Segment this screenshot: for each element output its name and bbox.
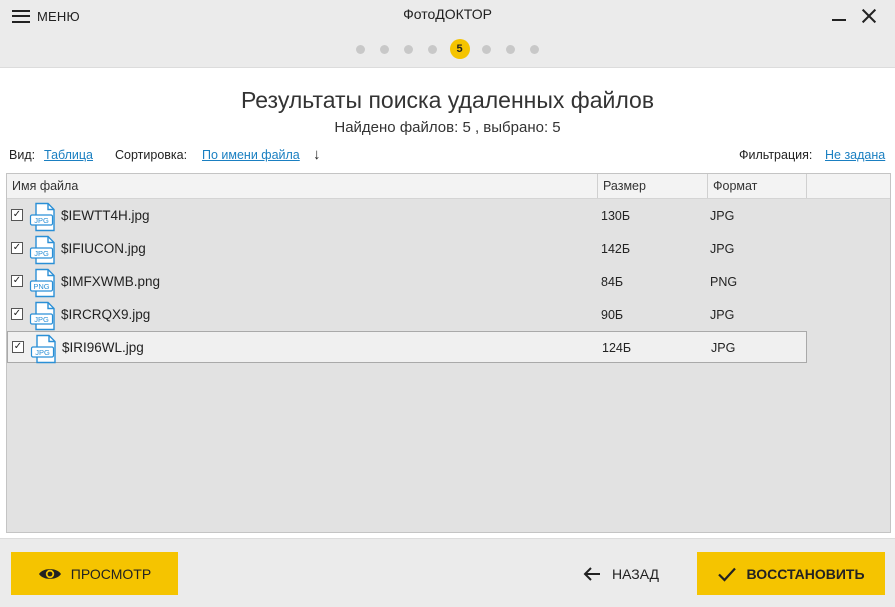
file-name: $IFIUCON.jpg (61, 241, 146, 256)
view-label: Вид: (9, 148, 36, 162)
step-dot (404, 44, 413, 54)
found-files-summary: Найдено файлов: 5 , выбрано: 5 (334, 119, 561, 136)
preview-button[interactable]: ПРОСМОТР (11, 552, 178, 595)
close-button[interactable] (859, 6, 879, 26)
file-name: $IEWTT4H.jpg (61, 208, 150, 223)
file-size: 90Б (601, 308, 624, 322)
row-checkbox[interactable]: ✓ (11, 209, 23, 221)
arrow-left-icon (583, 566, 600, 581)
table-row[interactable]: ✓ JPG $IRI96WL.jpg 124Б JPG (7, 331, 807, 364)
back-button-label: НАЗАД (612, 565, 660, 582)
table-row[interactable]: ✓ JPG $IFIUCON.jpg 142Б JPG (7, 233, 807, 265)
file-format: JPG (710, 308, 735, 322)
step-dot (428, 44, 437, 54)
view-mode-link[interactable]: Таблица (44, 148, 93, 162)
file-type-label: JPG (35, 348, 50, 357)
step-dot (530, 44, 539, 54)
row-checkbox[interactable]: ✓ (11, 242, 23, 254)
app-title: ФотоДОКТОР (403, 6, 492, 22)
file-size: 124Б (602, 341, 632, 355)
column-header-name[interactable]: Имя файла (7, 174, 598, 198)
table-row[interactable]: ✓ PNG $IMFXWMB.png 84Б PNG (7, 266, 807, 298)
file-size: 142Б (601, 242, 631, 256)
file-name: $IRCRQX9.jpg (61, 307, 151, 322)
table-row[interactable]: ✓ JPG $IEWTT4H.jpg 130Б JPG (7, 200, 807, 232)
file-type-label: JPG (34, 249, 49, 258)
step-dot (506, 44, 515, 54)
column-header-size[interactable]: Размер (598, 174, 708, 198)
sort-mode-link[interactable]: По имени файла (202, 148, 300, 162)
sort-direction-icon[interactable]: ↓ (313, 146, 321, 163)
file-name: $IMFXWMB.png (61, 274, 161, 289)
step-indicator: 5 (0, 39, 895, 59)
file-size: 84Б (601, 275, 624, 289)
file-type-label: PNG (33, 282, 49, 291)
file-format: PNG (710, 275, 738, 289)
back-button[interactable]: НАЗАД (582, 552, 672, 595)
sort-label: Сортировка: (115, 148, 188, 162)
results-toolbar: Вид: Таблица Сортировка: По имени файла … (9, 146, 887, 165)
file-format: JPG (710, 209, 735, 223)
step-dot (380, 44, 389, 54)
minimize-icon (832, 19, 846, 21)
file-type-label: JPG (34, 315, 49, 324)
table-header: Имя файла Размер Формат (7, 174, 890, 199)
minimize-button[interactable] (829, 6, 849, 24)
row-checkbox[interactable]: ✓ (12, 341, 24, 353)
footer-bar: ПРОСМОТР НАЗАД ВОССТАНОВИТЬ (0, 538, 895, 607)
step-dot (482, 44, 491, 54)
filter-label: Фильтрация: (739, 148, 813, 162)
eye-icon (38, 568, 61, 579)
step-dot-current: 5 (449, 39, 470, 59)
jpg-file-icon: JPG (29, 202, 55, 232)
preview-button-label: ПРОСМОТР (70, 565, 152, 582)
file-format: JPG (711, 341, 736, 355)
table-row[interactable]: ✓ JPG $IRCRQX9.jpg 90Б JPG (7, 299, 807, 331)
jpg-file-icon: JPG (30, 334, 56, 364)
checkmark-icon (718, 567, 737, 582)
jpg-file-icon: JPG (29, 301, 55, 331)
row-checkbox[interactable]: ✓ (11, 308, 23, 320)
jpg-file-icon: JPG (29, 235, 55, 265)
filter-link[interactable]: Не задана (825, 148, 885, 162)
restore-button-label: ВОССТАНОВИТЬ (746, 565, 865, 582)
file-name: $IRI96WL.jpg (62, 340, 144, 355)
file-format: JPG (710, 242, 735, 256)
files-table: Имя файла Размер Формат ✓ JPG $IEWTT4H.jpg… (6, 173, 891, 533)
png-file-icon: PNG (29, 268, 55, 298)
file-size: 130Б (601, 209, 631, 223)
restore-button[interactable]: ВОССТАНОВИТЬ (697, 552, 885, 595)
row-checkbox[interactable]: ✓ (11, 275, 23, 287)
column-header-format[interactable]: Формат (708, 174, 807, 198)
file-type-label: JPG (34, 216, 49, 225)
page-title: Результаты поиска удаленных файлов (240, 87, 655, 113)
title-bar: МЕНЮ ФотоДОКТОР 5 (0, 0, 895, 68)
step-dot (356, 44, 365, 54)
